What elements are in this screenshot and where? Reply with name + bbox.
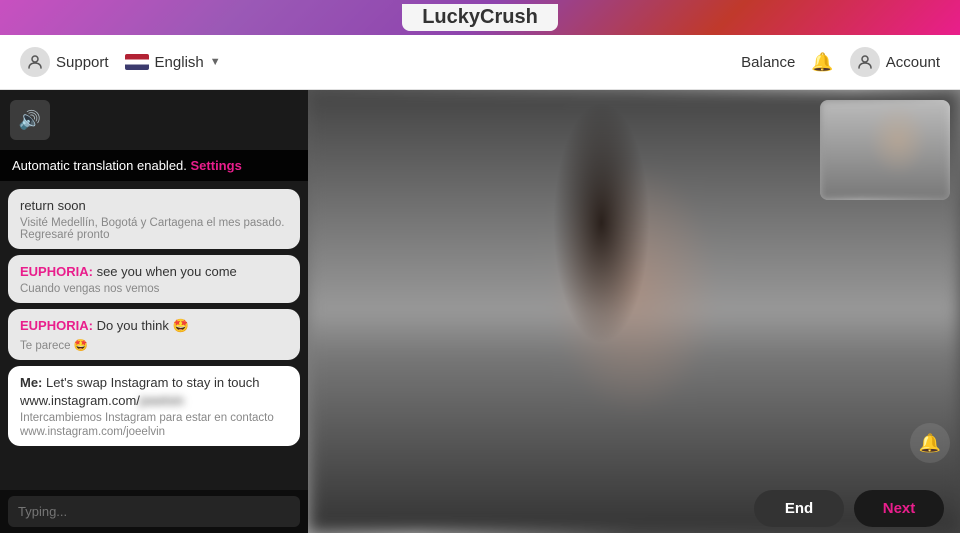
nav-bar: Support English ▼ Balance 🔔 Account — [0, 35, 960, 90]
sender-euphoria-2: EUPHORIA: — [20, 318, 93, 333]
webcam-preview — [820, 100, 950, 200]
next-button[interactable]: Next — [854, 490, 944, 527]
nav-right: Balance 🔔 Account — [741, 47, 940, 77]
message-4-text: Me: Let's swap Instagram to stay in touc… — [20, 374, 288, 392]
balance-label: Balance — [741, 54, 795, 71]
volume-button[interactable]: 🔊 — [10, 100, 50, 140]
message-3-text: EUPHORIA: Do you think 🤩 — [20, 317, 288, 335]
top-bar: LuckyCrush — [0, 0, 960, 35]
logo: LuckyCrush — [402, 4, 558, 31]
message-4-translated: Intercambiemos Instagram para estar en c… — [20, 412, 288, 424]
sender-me: Me: — [20, 375, 42, 390]
account-label: Account — [886, 54, 940, 71]
support-label: Support — [56, 54, 109, 71]
logo-bold: Crush — [480, 6, 538, 28]
support-button[interactable]: Support — [20, 47, 109, 77]
language-label: English — [155, 54, 204, 71]
chat-bubble-3: EUPHORIA: Do you think 🤩 Te parece 🤩 — [8, 309, 300, 359]
nav-left: Support English ▼ — [20, 47, 221, 77]
chat-input[interactable] — [8, 496, 300, 527]
end-button[interactable]: End — [754, 490, 844, 527]
main-content: 🔊 Automatic translation enabled. Setting… — [0, 90, 960, 533]
logo-plain: Lucky — [422, 6, 480, 28]
message-3-translated: Te parece 🤩 — [20, 338, 288, 352]
chat-bubble-2: EUPHORIA: see you when you come Cuando v… — [8, 255, 300, 303]
chat-panel: 🔊 Automatic translation enabled. Setting… — [0, 90, 308, 533]
message-2-translated: Cuando vengas nos vemos — [20, 283, 288, 295]
balance-button[interactable]: Balance — [741, 54, 795, 71]
chat-messages: return soon Visité Medellín, Bogotá y Ca… — [0, 181, 308, 490]
account-icon — [850, 47, 880, 77]
webcam-blur — [820, 100, 950, 200]
chat-bubble-4: Me: Let's swap Instagram to stay in touc… — [8, 366, 300, 446]
settings-link[interactable]: Settings — [191, 158, 242, 173]
video-area: 🔔 End Next — [308, 90, 960, 533]
account-button[interactable]: Account — [850, 47, 940, 77]
bottom-controls: End Next — [616, 483, 960, 533]
message-4-translated-url: www.instagram.com/joeelvin — [20, 426, 288, 438]
message-1-text: return soon — [20, 197, 288, 215]
notifications-button[interactable]: 🔔 — [811, 52, 833, 73]
sender-euphoria-1: EUPHORIA: — [20, 264, 93, 279]
message-1-translated: Visité Medellín, Bogotá y Cartagena el m… — [20, 217, 288, 241]
chat-bubble-1: return soon Visité Medellín, Bogotá y Ca… — [8, 189, 300, 249]
language-selector[interactable]: English ▼ — [125, 54, 221, 71]
support-icon — [20, 47, 50, 77]
alert-icon: 🔔 — [919, 433, 941, 454]
chat-input-area — [0, 490, 308, 533]
translation-text: Automatic translation enabled. — [12, 158, 187, 173]
translation-notice: Automatic translation enabled. Settings — [0, 150, 308, 181]
message-2-text: EUPHORIA: see you when you come — [20, 263, 288, 281]
bell-icon: 🔔 — [811, 52, 833, 73]
instagram-blurred: joeelvin — [140, 393, 184, 408]
volume-icon: 🔊 — [19, 110, 41, 131]
flag-icon — [125, 54, 149, 70]
chevron-down-icon: ▼ — [210, 56, 221, 68]
alert-button[interactable]: 🔔 — [910, 423, 950, 463]
message-4-instagram: www.instagram.com/joeelvin — [20, 392, 288, 410]
